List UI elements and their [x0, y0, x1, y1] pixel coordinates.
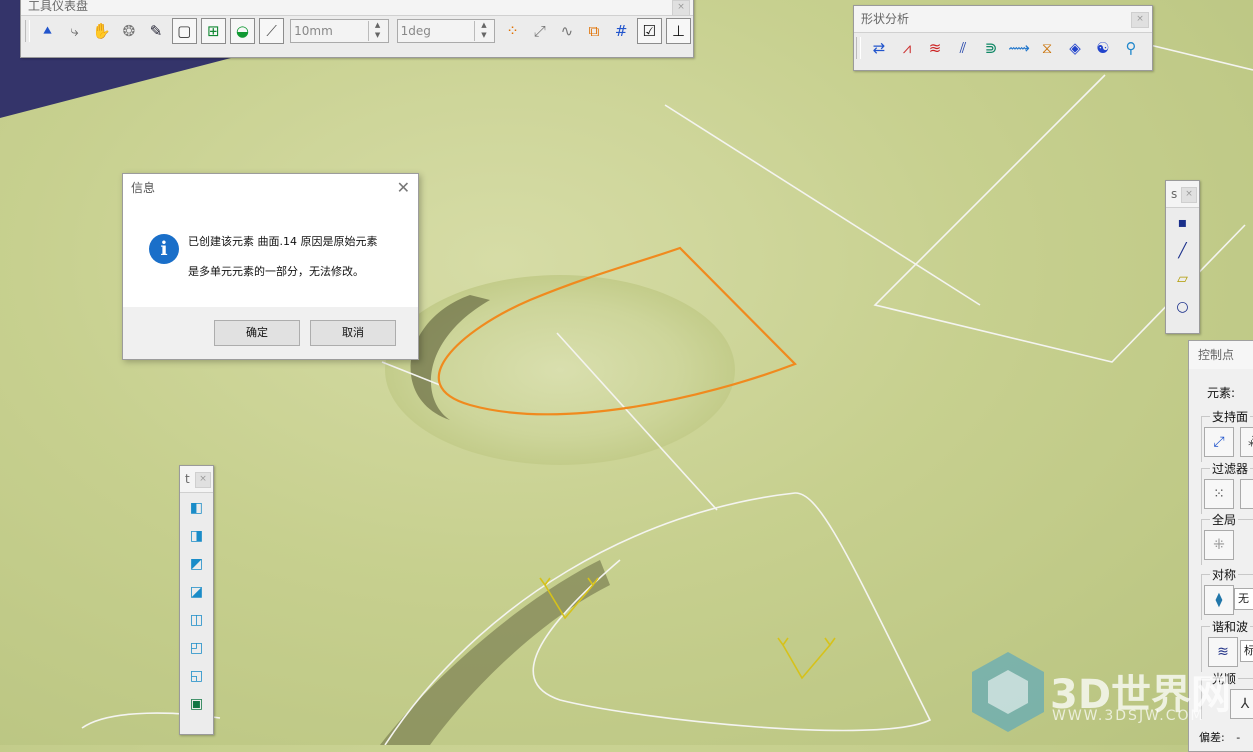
symmetry-group: 对称 ⧫ 无 — [1201, 566, 1253, 620]
dialog-close-icon[interactable]: ✕ — [397, 174, 410, 202]
point-icon[interactable]: ▪ — [1171, 210, 1195, 236]
toolbar-geometry-vertical: s × ▪ ╱ ▱ ○ — [1165, 180, 1200, 334]
toolbar-dashboard: 工具仪表盘 × ⯅ ⤷ ✋ ❂ ✎ ▢ ⊞ ◒ ⟋ ▲▼ ▲▼ ⁘ ⤢ ∿ ⧉ … — [20, 0, 694, 58]
cube-right-icon[interactable]: ◫ — [185, 607, 209, 633]
draft-analysis-icon[interactable]: ⧖ — [1035, 36, 1059, 60]
site-watermark: 3D世界网 WWW.3DSJW.COM — [968, 650, 1253, 745]
length-step-input[interactable] — [291, 20, 367, 42]
porcupine-analysis-icon[interactable]: ⩘ — [895, 36, 919, 60]
named-view-icon[interactable]: ▣ — [185, 691, 209, 717]
plane-icon[interactable]: ▱ — [1171, 266, 1195, 292]
frame-dropdown-icon[interactable]: ▢ — [171, 18, 197, 44]
cube-bottom-icon[interactable]: ◱ — [185, 663, 209, 689]
reflection-lines-icon[interactable]: ⋑ — [979, 36, 1003, 60]
info-dialog: 信息 ✕ i 已创建该元素 曲面.14 原因是原始元素 是多单元元素的一部分，无… — [122, 173, 419, 360]
support-direction-icon[interactable]: ⤢ — [1204, 427, 1234, 457]
dialog-title: 信息 ✕ — [123, 174, 418, 202]
surface-mesh-icon[interactable]: ⧉ — [582, 19, 605, 43]
cube-front-icon[interactable]: ◨ — [185, 523, 209, 549]
toolbar-view-close-button[interactable]: × — [195, 472, 211, 488]
light-source-icon[interactable]: ⚲ — [1119, 36, 1143, 60]
hand-grab-icon[interactable]: ✋ — [90, 19, 113, 43]
toolbar-shape-analysis-title: 形状分析 — [854, 6, 1152, 33]
toolbar-grip[interactable] — [25, 20, 30, 42]
compass-dropdown-icon[interactable]: ◒ — [229, 18, 256, 44]
filter-mesh-icon[interactable]: ⋮ — [1240, 479, 1253, 509]
cutting-planes-icon[interactable]: ⫽ — [951, 36, 975, 60]
toolbar-geometry-close-button[interactable]: × — [1181, 187, 1197, 203]
curvature-comb-icon[interactable]: ≋ — [923, 36, 947, 60]
point-cursor-icon[interactable]: ⤷ — [63, 19, 86, 43]
dialog-message-line1: 已创建该元素 曲面.14 原因是原始元素 — [188, 235, 378, 248]
cancel-button[interactable]: 取消 — [310, 320, 396, 346]
cube-top-icon[interactable]: ◰ — [185, 635, 209, 661]
dialog-title-text: 信息 — [131, 181, 156, 195]
symmetry-label: 对称 — [1210, 566, 1239, 583]
surface-dent — [385, 275, 735, 465]
global-points-icon[interactable]: ⁜ — [1204, 530, 1234, 560]
environment-mapping-icon[interactable]: ☯ — [1091, 36, 1115, 60]
toolbar-grip[interactable] — [856, 37, 861, 59]
highlight-lines-icon[interactable]: ⟿ — [1007, 36, 1031, 60]
dialog-footer: 确定 取消 — [123, 307, 418, 359]
toolbar-dashboard-close-button[interactable]: × — [672, 0, 690, 16]
axis-system-icon[interactable]: ⊥ — [665, 18, 691, 44]
harmonic-label: 谐和波 — [1210, 618, 1251, 635]
curve-offset-icon[interactable]: ∿ — [555, 19, 578, 43]
circle-icon[interactable]: ○ — [1171, 294, 1195, 320]
symmetry-icon[interactable]: ⧫ — [1204, 585, 1234, 615]
filter-points-icon[interactable]: ⁙ — [1204, 479, 1234, 509]
length-step-field[interactable]: ▲▼ — [290, 19, 389, 43]
grid-icon[interactable]: # — [610, 19, 633, 43]
toolbar-dashboard-title: 工具仪表盘 — [21, 0, 693, 16]
filter-group: 过滤器 ⁙ ⋮ — [1201, 460, 1253, 514]
line-icon[interactable]: ╱ — [1171, 238, 1195, 264]
filter-label: 过滤器 — [1210, 460, 1251, 477]
support-label: 支持面 — [1210, 408, 1251, 425]
control-points-icon[interactable]: ⁘ — [501, 19, 524, 43]
angle-step-input[interactable] — [397, 20, 473, 42]
notes-edit-icon[interactable]: ✎ — [144, 19, 167, 43]
spaceship-icon[interactable]: ⯅ — [36, 19, 59, 43]
angle-tool-icon[interactable]: ⟋ — [259, 18, 285, 44]
angle-step-spinner[interactable]: ▲ ▼ — [474, 21, 493, 41]
checkbox-check-icon[interactable]: ☑ — [636, 18, 662, 44]
grid-point-icon[interactable]: ⊞ — [200, 18, 226, 44]
watermark-cube-icon — [972, 652, 1044, 732]
watermark-subtext: WWW.3DSJW.COM — [1052, 708, 1205, 724]
element-label: 元素: — [1207, 386, 1236, 400]
global-label: 全局 — [1210, 511, 1239, 528]
support-group: 支持面 ⤢ ⁂ — [1201, 408, 1253, 462]
global-group: 全局 ⁜ — [1201, 511, 1253, 565]
cube-iso-icon[interactable]: ◧ — [185, 495, 209, 521]
dialog-message-line2: 是多单元元素的一部分，无法修改。 — [188, 265, 364, 278]
cube-left-icon[interactable]: ◪ — [185, 579, 209, 605]
toolbar-shape-analysis-close-button[interactable]: × — [1131, 12, 1149, 28]
ok-button[interactable]: 确定 — [214, 320, 300, 346]
cube-back-icon[interactable]: ◩ — [185, 551, 209, 577]
angle-step-field[interactable]: ▲▼ — [396, 19, 495, 43]
support-mesh-icon[interactable]: ⁂ — [1240, 427, 1253, 457]
symmetry-select[interactable]: 无 — [1234, 588, 1253, 610]
info-icon: i — [149, 234, 179, 264]
dialog-body: i 已创建该元素 曲面.14 原因是原始元素 是多单元元素的一部分，无法修改。 — [123, 202, 418, 307]
ridge-shadow — [380, 560, 610, 745]
length-step-spinner[interactable]: ▲ ▼ — [367, 21, 387, 41]
toolbar-view-vertical: t × ◧ ◨ ◩ ◪ ◫ ◰ ◱ ▣ — [179, 465, 214, 735]
control-points-title: 控制点 — [1189, 341, 1253, 369]
surface-curvature-icon[interactable]: ◈ — [1063, 36, 1087, 60]
toolbar-shape-analysis: 形状分析 × ⇄ ⩘ ≋ ⫽ ⋑ ⟿ ⧖ ◈ ☯ ⚲ — [853, 5, 1153, 71]
curve-tangent-icon[interactable]: ⤢ — [528, 19, 551, 43]
brain-network-icon[interactable]: ❂ — [117, 19, 140, 43]
connect-checker-icon[interactable]: ⇄ — [867, 36, 891, 60]
